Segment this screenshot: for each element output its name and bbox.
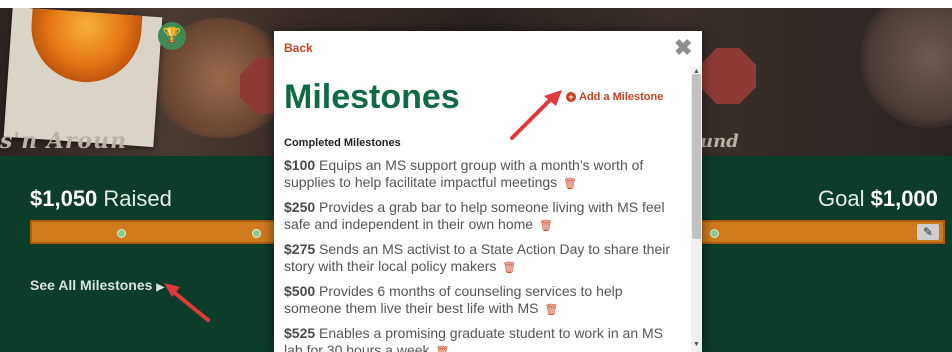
milestones-modal: Back ✖ Milestones + Add a Milestone Compl…	[274, 31, 702, 352]
hero-decoration	[860, 8, 952, 128]
milestone-item: $500 Provides 6 months of counseling ser…	[284, 283, 684, 319]
see-all-label: See All Milestones	[30, 277, 153, 293]
back-link[interactable]: Back	[284, 41, 313, 55]
see-all-milestones-link[interactable]: See All Milestones ▶	[30, 277, 164, 293]
milestone-amount: $250	[284, 199, 316, 215]
close-icon[interactable]: ✖	[674, 35, 692, 61]
trash-icon[interactable]: 🗑	[502, 262, 516, 274]
milestone-text: Sends an MS activist to a State Action D…	[284, 241, 671, 274]
milestone-marker[interactable]	[710, 229, 719, 238]
stop-sign-sign	[700, 48, 756, 104]
hero-photo	[3, 8, 163, 148]
milestone-marker[interactable]	[117, 229, 126, 238]
milestone-item: $275 Sends an MS activist to a State Act…	[284, 241, 684, 277]
modal-title: Milestones	[284, 78, 460, 116]
milestone-text: Provides 6 months of counseling services…	[284, 283, 623, 316]
add-milestone-label: Add a Milestone	[579, 91, 664, 103]
annotation-arrow-icon	[510, 90, 562, 140]
raised-label: Raised	[103, 186, 172, 211]
trash-icon[interactable]: 🗑	[544, 304, 558, 316]
completed-milestones-heading: Completed Milestones	[284, 137, 401, 149]
scroll-down-icon[interactable]: ▼	[693, 341, 700, 348]
milestone-item: $525 Enables a promising graduate studen…	[284, 325, 684, 352]
milestone-item: $250 Provides a grab bar to help someone…	[284, 199, 684, 235]
milestone-text: Enables a promising graduate student to …	[284, 325, 664, 352]
trash-icon[interactable]: 🗑	[563, 178, 577, 190]
milestone-marker[interactable]	[252, 229, 261, 238]
raised-amount: $1,050 Raised	[30, 186, 172, 212]
goal-amount: Goal $1,000	[818, 186, 938, 212]
trash-icon[interactable]: 🗑	[539, 220, 553, 232]
milestone-text: Equips an MS support group with a month’…	[284, 157, 644, 190]
trash-icon[interactable]: 🗑	[435, 346, 449, 352]
pencil-icon[interactable]: ✎	[917, 224, 939, 240]
milestone-item: $100 Equips an MS support group with a m…	[284, 157, 684, 193]
scroll-up-icon[interactable]: ▲	[693, 68, 700, 75]
milestone-amount: $500	[284, 283, 316, 299]
add-milestone-button[interactable]: + Add a Milestone	[566, 91, 663, 103]
flower-image	[27, 8, 143, 86]
caret-right-icon: ▶	[156, 282, 165, 293]
milestone-amount: $525	[284, 325, 316, 341]
modal-scrollbar-thumb[interactable]	[692, 74, 701, 239]
top-band	[0, 0, 952, 8]
milestone-list: $100 Equips an MS support group with a m…	[284, 157, 684, 352]
plus-circle-icon: +	[566, 92, 576, 102]
milestone-text: Provides a grab bar to help someone livi…	[284, 199, 665, 232]
hero-slogan-left: s'n Aroun	[0, 128, 128, 154]
goal-label: Goal	[818, 186, 865, 211]
goal-value: $1,000	[870, 186, 938, 211]
milestone-amount: $275	[284, 241, 316, 257]
hero-slogan-right: und	[700, 131, 739, 152]
raised-value: $1,050	[30, 186, 98, 211]
trophy-icon: 🏆	[158, 22, 186, 50]
milestone-amount: $100	[284, 157, 316, 173]
